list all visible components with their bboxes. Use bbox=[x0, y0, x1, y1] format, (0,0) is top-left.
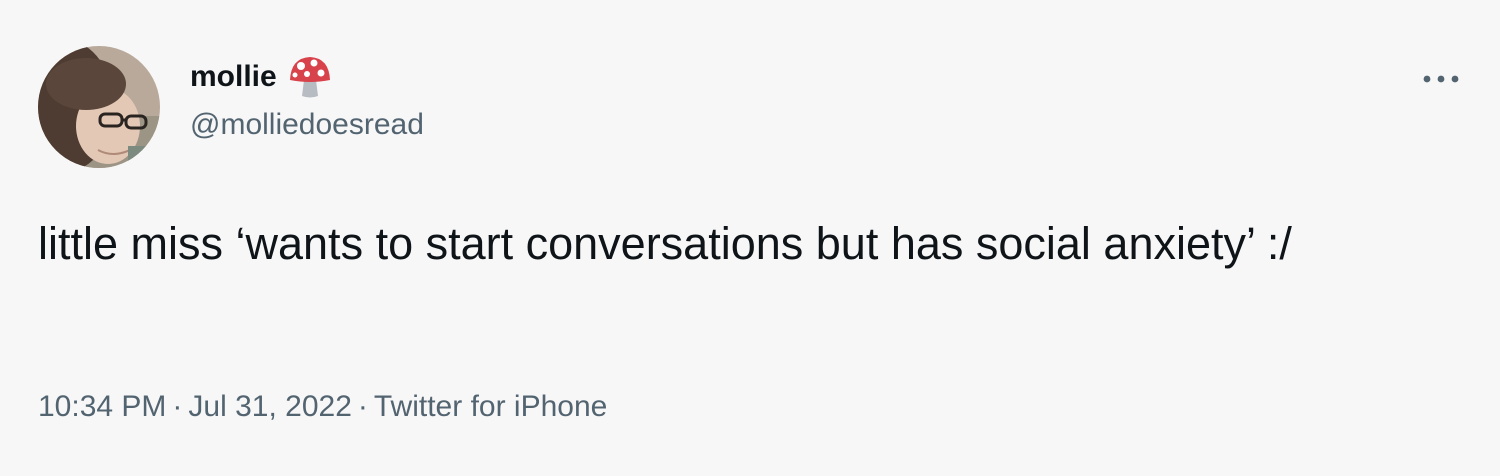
tweet-time[interactable]: 10:34 PM bbox=[38, 390, 166, 423]
tweet-source: Twitter for iPhone bbox=[373, 390, 608, 423]
more-options-button[interactable] bbox=[1416, 62, 1466, 96]
tweet-text: little miss ‘wants to start conversation… bbox=[38, 218, 1292, 269]
avatar[interactable] bbox=[38, 46, 160, 168]
tweet-metadata: 10:34 PM · Jul 31, 2022 · Twitter for iPhone bbox=[38, 390, 607, 424]
display-name[interactable]: mollie bbox=[190, 60, 277, 94]
meta-separator: · bbox=[172, 390, 183, 423]
user-handle[interactable]: @molliedoesread bbox=[190, 108, 424, 142]
mushroom-icon bbox=[287, 54, 333, 100]
tweet-card: mollie @molliedoesread little miss ‘want… bbox=[0, 0, 1500, 476]
profile-photo bbox=[38, 46, 160, 168]
meta-separator: · bbox=[357, 390, 368, 423]
more-dots-icon bbox=[1423, 75, 1459, 83]
author-name-row: mollie bbox=[190, 52, 333, 102]
tweet-date[interactable]: Jul 31, 2022 bbox=[188, 390, 351, 423]
